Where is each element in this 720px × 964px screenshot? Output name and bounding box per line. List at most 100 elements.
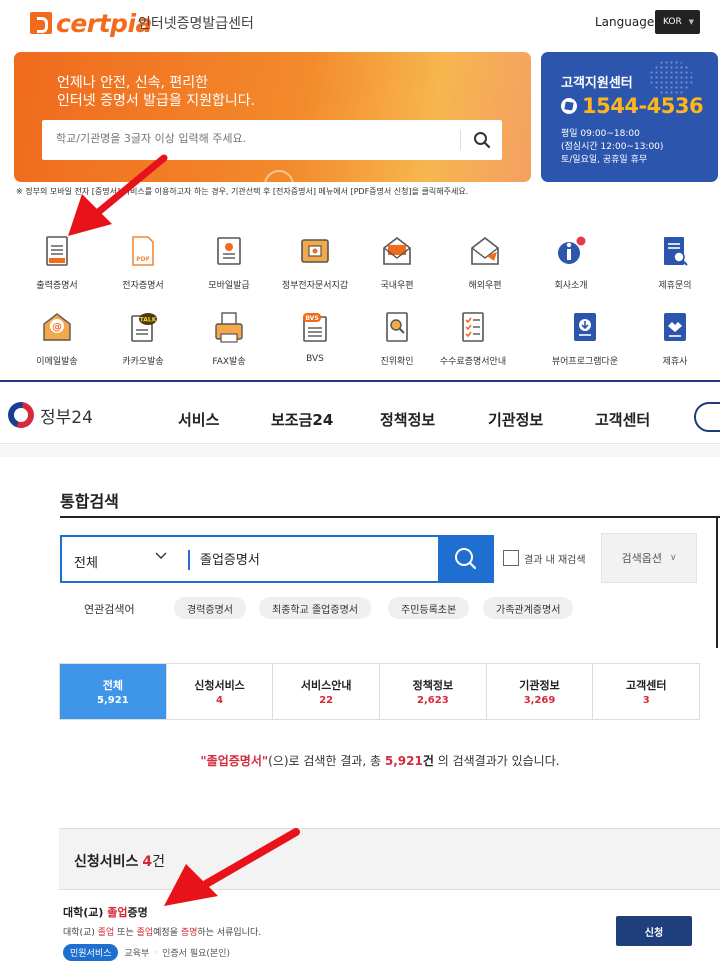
service-bvs[interactable]: BVS BVS [270, 310, 360, 364]
service-type-badge: 민원서비스 [63, 944, 119, 961]
service-overseas-mail[interactable]: 해외우편 [440, 234, 530, 291]
viewer-download-icon [574, 313, 596, 341]
nav-menu-agency[interactable]: 기관정보 [488, 409, 543, 430]
service-kakao-send[interactable]: TALK 카카오발송 [98, 310, 188, 367]
tab-all[interactable]: 전체 5,921 [60, 664, 167, 719]
search-button[interactable] [438, 537, 494, 581]
search-result-summary: "졸업증명서"(으)로 검색한 결과, 총 5,921건 의 검색결과가 있습니… [0, 752, 720, 769]
service-label: 제휴문의 [658, 281, 692, 291]
tab-application-services[interactable]: 신청서비스 4 [167, 664, 274, 719]
svg-text:TALK: TALK [140, 317, 157, 324]
application-services-section: 신청서비스 4건 대학(교) 졸업증명 대학(교) 졸업 또는 졸업예정을 증명하… [59, 828, 720, 964]
service-partnership-inquiry[interactable]: 제휴문의 [630, 234, 720, 291]
service-label: 국내우편 [380, 281, 414, 291]
search-within-results-checkbox[interactable] [503, 550, 519, 566]
service-viewer-download[interactable]: 뷰어프로그램다운 [540, 310, 630, 367]
service-mobile-issue[interactable]: 모바일발급 [184, 234, 274, 291]
service-printed-certificate[interactable]: 출력증명서 [12, 234, 102, 291]
related-keyword-chip[interactable]: 최종학교 졸업증명서 [259, 597, 371, 619]
tab-policy-info[interactable]: 정책정보 2,623 [380, 664, 487, 719]
service-email-send[interactable]: @ 이메일발송 [12, 310, 102, 367]
bvs-icon: BVS [303, 313, 327, 342]
apply-button[interactable]: 신청 [616, 916, 692, 946]
fee-certificate-guide-icon [462, 312, 484, 342]
domestic-mail-icon [383, 236, 411, 265]
printed-certificate-icon [46, 236, 68, 266]
service-label: FAX발송 [212, 357, 246, 367]
result-item-title[interactable]: 대학(교) 졸업증명 [63, 904, 148, 920]
gov24-logo[interactable]: 정부24 [8, 402, 93, 428]
title-text: 대학(교) [63, 906, 108, 919]
support-hours-lunch: (점심시간 12:00~13:00) [561, 142, 664, 152]
service-label: BVS [306, 354, 324, 364]
overseas-mail-icon [471, 236, 499, 265]
auth-requirement: 인증서 필요(본인) [162, 949, 230, 959]
service-fax-send[interactable]: FAX발송 [184, 310, 274, 367]
company-info-icon [558, 236, 586, 264]
nav-menu-services[interactable]: 서비스 [178, 409, 219, 430]
tab-service-guide[interactable]: 서비스안내 22 [273, 664, 381, 719]
svg-text:BVS: BVS [305, 315, 318, 322]
chevron-down-icon: ▼ [688, 18, 694, 26]
service-label: 뷰어프로그램다운 [551, 357, 619, 367]
service-label: 이메일발송 [36, 357, 78, 367]
search-within-results[interactable]: 결과 내 재검색 [503, 550, 586, 566]
service-fee-certificate-guide[interactable]: 수수료증명서안내 [428, 310, 518, 367]
meta-separator: · [154, 947, 158, 958]
tab-label: 신청서비스 [194, 679, 245, 692]
nav-search-button[interactable] [694, 402, 720, 432]
language-select[interactable]: KOR ▼ [655, 10, 700, 34]
result-item-description: 대학(교) 졸업 또는 졸업예정을 증명하는 서류입니다. [63, 925, 261, 938]
search-divider [460, 130, 461, 150]
related-keyword-chip[interactable]: 경력증명서 [174, 597, 246, 619]
title-text: 증명 [127, 906, 148, 919]
support-phone: 1544-4536 [561, 94, 704, 118]
fax-send-icon [215, 312, 243, 343]
service-label: 출력증명서 [36, 281, 78, 291]
banner-decoration [264, 170, 294, 182]
service-domestic-mail[interactable]: 국내우편 [352, 234, 442, 291]
search-icon[interactable] [470, 128, 494, 152]
tab-count: 22 [319, 695, 334, 706]
nav-menu-subsidy[interactable]: 보조금24 [271, 409, 333, 430]
desc-highlight: 졸업 [136, 928, 154, 938]
nav-menu-support[interactable]: 고객센터 [595, 409, 650, 430]
tab-customer-center[interactable]: 고객센터 3 [593, 664, 699, 719]
search-scope-select[interactable]: 전체 [74, 552, 98, 571]
tab-agency-info[interactable]: 기관정보 3,269 [487, 664, 594, 719]
svg-text:PDF: PDF [136, 256, 149, 263]
section-count-unit: 건 [152, 854, 166, 870]
service-label: 전자증명서 [122, 281, 164, 291]
dot-pattern-decoration [649, 60, 693, 96]
integrated-search-box: 전체 [60, 535, 494, 583]
service-gov-document-wallet[interactable]: 정부전자문서지갑 [270, 234, 360, 291]
service-electronic-certificate[interactable]: PDF 전자증명서 [98, 234, 188, 291]
related-keyword-chip[interactable]: 가족관계증명서 [483, 597, 574, 619]
search-input[interactable] [200, 551, 430, 566]
taegeuk-emblem-icon [8, 402, 34, 428]
service-company-info[interactable]: 회사소개 [526, 234, 616, 291]
certpia-logo[interactable]: certpia [30, 9, 152, 38]
desc-text: 예정을 [153, 928, 181, 938]
result-item-meta: 민원서비스 교육부 · 인증서 필요(본인) [63, 944, 230, 961]
institution-search-input[interactable] [56, 132, 446, 145]
search-options-button[interactable]: 검색옵션 ∨ [601, 533, 697, 583]
service-partner-companies[interactable]: 제휴사 [630, 310, 720, 367]
section-title: 신청서비스 4건 [74, 851, 165, 871]
mobile-certificate-notice: ※ 정부의 모바일 전자 [증명서] 서비스를 이용하고자 하는 경우, 기관선… [16, 187, 469, 196]
tab-label: 정책정보 [412, 679, 454, 692]
chevron-down-icon[interactable] [154, 549, 168, 563]
nav-menu-policy[interactable]: 정책정보 [380, 409, 435, 430]
tab-count: 3 [642, 695, 650, 706]
result-unit: 건 [422, 754, 434, 768]
related-keyword-chip[interactable]: 주민등록초본 [388, 597, 470, 619]
content-right-rule [716, 518, 718, 648]
certpia-hero-banner: 언제나 안전, 신속, 편리한 인터넷 증명서 발급을 지원합니다. [14, 52, 531, 182]
banner-line-2: 인터넷 증명서 발급을 지원합니다. [57, 93, 256, 109]
tab-count: 5,921 [97, 695, 129, 706]
mobile-issue-icon [217, 237, 241, 265]
result-item: 대학(교) 졸업증명 대학(교) 졸업 또는 졸업예정을 증명하는 서류입니다.… [59, 889, 720, 964]
tab-label: 서비스안내 [300, 679, 352, 692]
authenticity-check-icon [386, 312, 408, 342]
kakao-send-icon: TALK [131, 313, 157, 342]
